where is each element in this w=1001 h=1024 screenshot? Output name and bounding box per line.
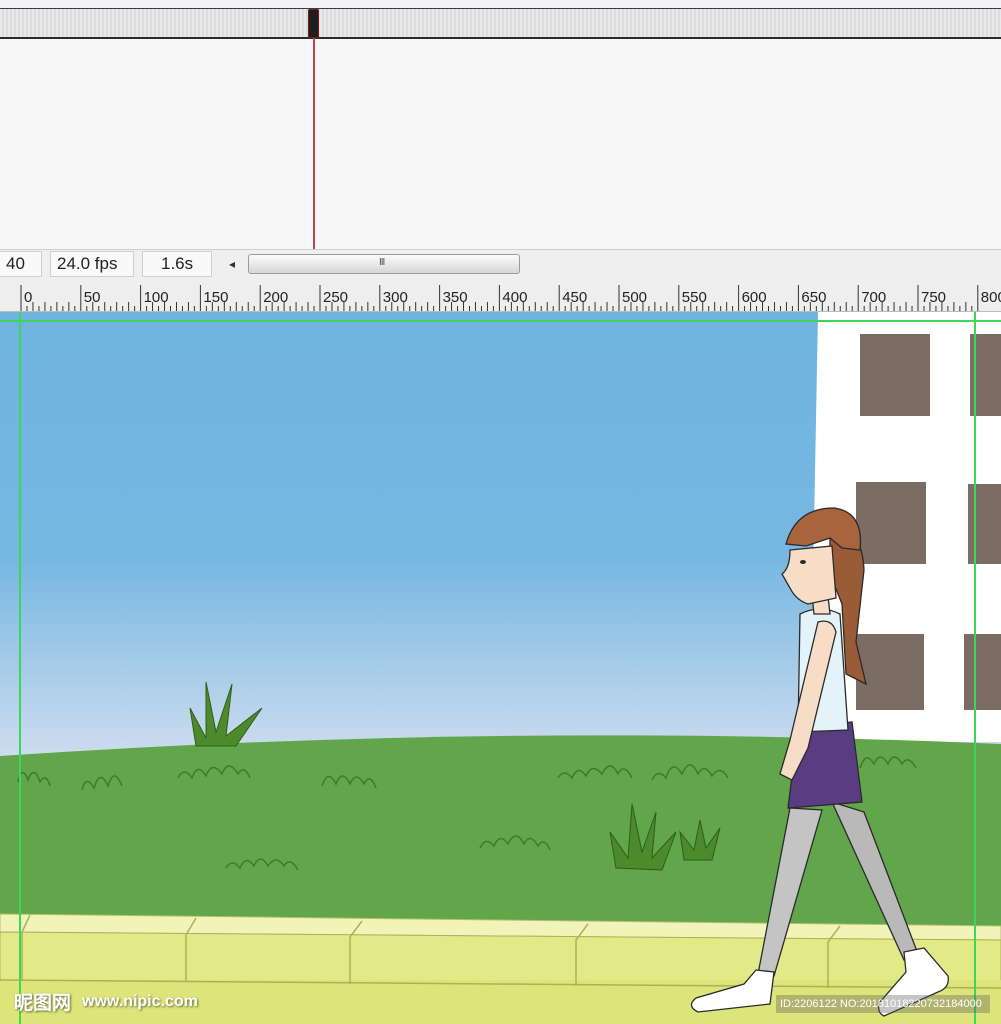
- ruler-label: 600: [742, 289, 767, 306]
- watermark-url: www.nipic.com: [82, 993, 198, 1010]
- ruler-label: 450: [562, 289, 587, 306]
- ruler-label: 550: [682, 289, 707, 306]
- scrollbar-grip-icon: III: [379, 257, 385, 268]
- timeline-top-border: [0, 0, 1001, 9]
- current-frame-readout: 40: [0, 251, 42, 277]
- ruler-label: 650: [801, 289, 826, 306]
- ruler-label: 400: [502, 289, 527, 306]
- ruler-label: 200: [263, 289, 288, 306]
- watermark-logo: 昵图网: [14, 993, 72, 1014]
- ruler-label: 250: [323, 289, 348, 306]
- timeline-frame-ruler[interactable]: [0, 9, 1001, 39]
- guide-line-right[interactable]: [974, 312, 976, 1024]
- playhead-line: [313, 38, 315, 249]
- timeline-status-bar: 40 24.0 fps 1.6s ◂ III: [0, 249, 1001, 284]
- ruler-label: 300: [383, 289, 408, 306]
- timeline-layers-area[interactable]: [0, 39, 1001, 249]
- guide-line-left[interactable]: [19, 312, 21, 1024]
- ruler-label: 750: [921, 289, 946, 306]
- ruler-label: 500: [622, 289, 647, 306]
- ruler-label: 700: [861, 289, 886, 306]
- scrollbar-thumb[interactable]: III: [248, 254, 520, 274]
- guide-line-horizontal[interactable]: [0, 320, 1001, 322]
- girl-eye: [800, 560, 806, 564]
- building-window: [964, 634, 1001, 710]
- watermark-id: ID:2206122 NO:20181018220732184000: [776, 995, 990, 1013]
- ruler-ticks: 0 50 100 150 200 250 300 350 400 450 500 550 600 650 7…: [20, 285, 1001, 311]
- building-window: [856, 482, 926, 564]
- building-window: [856, 634, 924, 710]
- ruler-label: 800: [981, 289, 1001, 306]
- building-window: [968, 484, 1001, 564]
- ruler-label: 150: [203, 289, 228, 306]
- ruler-label: 100: [144, 289, 169, 306]
- playhead-handle[interactable]: [308, 9, 319, 38]
- ruler-label: 50: [84, 289, 101, 306]
- ruler-label: 350: [443, 289, 468, 306]
- stage-artwork: [0, 312, 1001, 1024]
- frame-rate-readout[interactable]: 24.0 fps: [50, 251, 134, 277]
- stage-ruler: 0 50 100 150 200 250 300 350 400 450 500 550 600 650 7…: [0, 283, 1001, 312]
- curb-face: [0, 931, 1001, 989]
- elapsed-time-readout: 1.6s: [142, 251, 212, 277]
- ruler-label: 0: [24, 289, 32, 306]
- timeline-horizontal-scrollbar[interactable]: III: [242, 254, 982, 274]
- building-window: [860, 334, 930, 416]
- stage-canvas[interactable]: [0, 312, 1001, 1024]
- scroll-left-arrow-icon[interactable]: ◂: [224, 254, 240, 274]
